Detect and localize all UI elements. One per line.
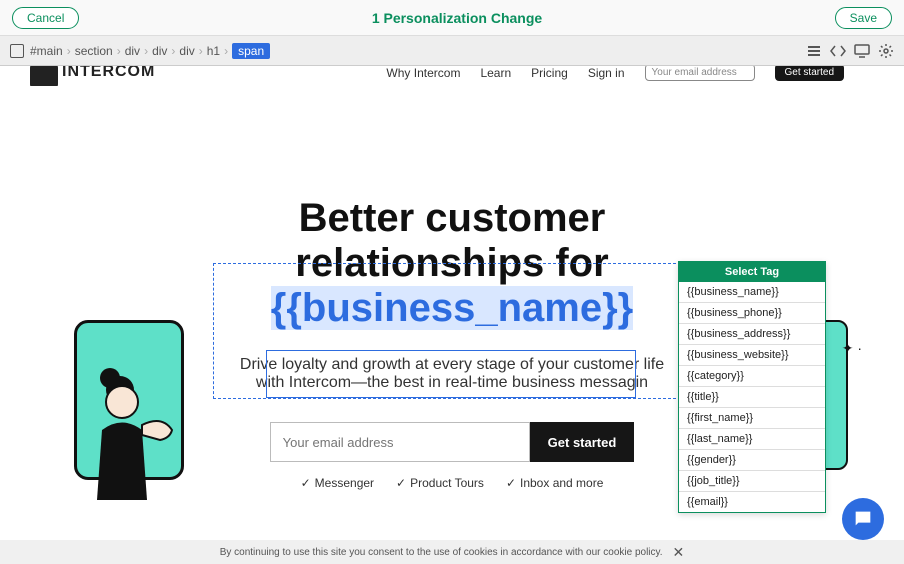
site-nav: INTERCOM Why Intercom Learn Pricing Sign…	[0, 66, 904, 86]
sparkle-icon: ✦ ·	[842, 340, 862, 357]
crumb-item[interactable]: section	[75, 44, 113, 58]
email-capture: Get started	[270, 422, 635, 462]
crumb-item[interactable]: #main	[30, 44, 63, 58]
breadcrumb-bar: #main› section› div› div› div› h1› span	[0, 36, 904, 66]
tag-option[interactable]: {{gender}}	[679, 450, 825, 471]
list-icon[interactable]	[806, 43, 822, 59]
email-input[interactable]	[270, 422, 530, 462]
headline-line1: Better customer	[299, 196, 606, 240]
select-tag-header: Select Tag	[679, 262, 825, 282]
intercom-logo-icon	[30, 66, 58, 86]
person-illustration	[82, 360, 182, 500]
save-button[interactable]: Save	[835, 7, 892, 29]
close-icon[interactable]: ✕	[673, 544, 685, 561]
tag-option[interactable]: {{business_name}}	[679, 282, 825, 303]
crumb-item[interactable]: div	[152, 44, 167, 58]
gear-icon[interactable]	[878, 43, 894, 59]
nav-item[interactable]: Sign in	[588, 66, 625, 80]
crumb-item-active[interactable]: span	[232, 43, 270, 59]
tag-option[interactable]: {{last_name}}	[679, 429, 825, 450]
feature-item: Inbox and more	[506, 476, 603, 490]
editor-topbar: Cancel 1 Personalization Change Save	[0, 0, 904, 36]
hero-illustration	[74, 320, 224, 490]
cookie-text: By continuing to use this site you conse…	[220, 547, 663, 558]
tag-option[interactable]: {{email}}	[679, 492, 825, 512]
crumb-item[interactable]: div	[125, 44, 140, 58]
chat-launcher[interactable]	[842, 498, 884, 540]
code-icon[interactable]	[830, 43, 846, 59]
nav-cta-button[interactable]: Get started	[775, 66, 844, 81]
crumb-item[interactable]: h1	[207, 44, 220, 58]
nav-item[interactable]: Pricing	[531, 66, 568, 80]
chat-icon	[852, 508, 874, 530]
feature-item: Messenger	[301, 476, 374, 490]
selection-outline-inner	[266, 350, 636, 398]
editor-title: 1 Personalization Change	[372, 10, 542, 26]
cookie-banner: By continuing to use this site you conse…	[0, 540, 904, 564]
get-started-button[interactable]: Get started	[530, 422, 635, 462]
intercom-logo-text: INTERCOM	[62, 66, 155, 81]
breadcrumb: #main› section› div› div› div› h1› span	[30, 43, 270, 59]
monitor-icon[interactable]	[854, 43, 870, 59]
select-tag-menu: Select Tag {{business_name}} {{business_…	[678, 261, 826, 513]
crumb-item[interactable]: div	[179, 44, 194, 58]
feature-item: Product Tours	[396, 476, 484, 490]
tag-option[interactable]: {{first_name}}	[679, 408, 825, 429]
selection-box-icon[interactable]	[10, 44, 24, 58]
tag-option[interactable]: {{business_phone}}	[679, 303, 825, 324]
tag-option[interactable]: {{job_title}}	[679, 471, 825, 492]
tag-option[interactable]: {{business_website}}	[679, 345, 825, 366]
nav-email-input[interactable]: Your email address	[645, 66, 755, 81]
tag-option[interactable]: {{business_address}}	[679, 324, 825, 345]
nav-item[interactable]: Why Intercom	[386, 66, 460, 80]
nav-item[interactable]: Learn	[480, 66, 511, 80]
tag-option[interactable]: {{title}}	[679, 387, 825, 408]
tag-option[interactable]: {{category}}	[679, 366, 825, 387]
cancel-button[interactable]: Cancel	[12, 7, 79, 29]
